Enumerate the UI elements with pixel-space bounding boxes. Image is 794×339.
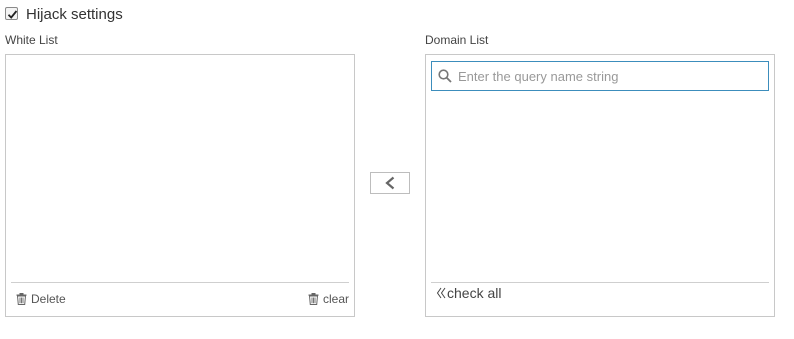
check-all-label: check all [447, 285, 502, 301]
move-to-white-list-button[interactable] [370, 172, 410, 194]
double-left-chevron-icon [436, 287, 446, 299]
white-list-divider [11, 282, 349, 283]
domain-list-divider [431, 282, 769, 283]
search-icon [432, 62, 458, 90]
delete-button[interactable]: Delete [16, 291, 66, 307]
checkmark-icon [7, 10, 18, 19]
check-all-button[interactable]: check all [436, 285, 501, 301]
white-list-label: White List [5, 33, 58, 47]
domain-list-label: Domain List [425, 33, 489, 47]
delete-label: Delete [31, 292, 66, 306]
domain-search-input[interactable] [458, 68, 768, 84]
hijack-settings-label: Hijack settings [26, 6, 123, 23]
trash-icon [308, 293, 319, 305]
chevron-left-icon [385, 176, 395, 190]
hijack-checkbox[interactable] [5, 7, 18, 20]
trash-icon [16, 293, 27, 305]
white-list-panel[interactable]: Delete clear [5, 54, 355, 317]
domain-search-box[interactable] [431, 61, 769, 91]
clear-label: clear [322, 292, 349, 306]
clear-button[interactable]: clear [308, 291, 349, 307]
domain-list-panel[interactable]: check all [425, 54, 775, 317]
